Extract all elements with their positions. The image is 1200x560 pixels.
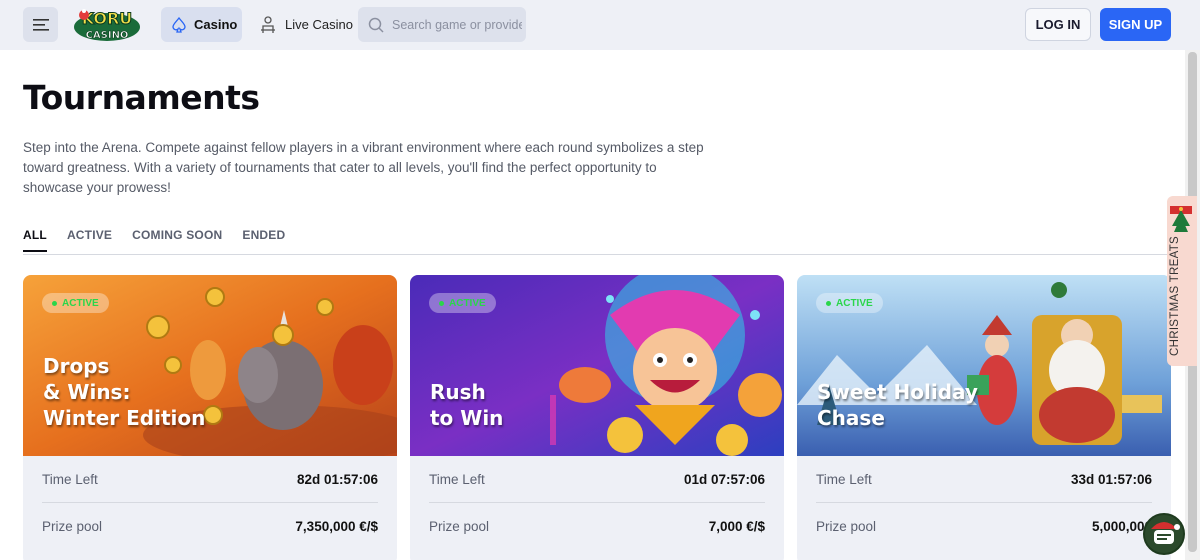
svg-text:KORU: KORU: [82, 9, 133, 28]
svg-text:CASINO: CASINO: [86, 30, 129, 41]
title-line-2: Chase: [817, 406, 885, 430]
prize-pool-row: Prize pool 7,350,000 €/$: [42, 503, 378, 549]
page-title: Tournaments: [23, 78, 260, 117]
tournament-card[interactable]: ACTIVE Sweet Holiday Chase Time Left 33d…: [797, 275, 1171, 560]
time-left-label: Time Left: [42, 471, 98, 487]
tournament-title: Drops & Wins: Winter Edition: [43, 353, 205, 431]
tabs-divider: [23, 254, 1171, 255]
tournament-banner[interactable]: ACTIVE Sweet Holiday Chase: [797, 275, 1171, 456]
time-left-value: 01d 07:57:06: [683, 471, 765, 487]
status-badge: ACTIVE: [42, 293, 109, 313]
status-label: ACTIVE: [449, 297, 486, 309]
prize-pool-label: Prize pool: [42, 518, 103, 534]
tournament-info: Time Left 82d 01:57:06 Prize pool 7,350,…: [23, 456, 397, 549]
prize-pool-label: Prize pool: [429, 518, 490, 534]
tournament-tabs: ALL ACTIVE COMING SOON ENDED: [23, 228, 305, 252]
tournament-card[interactable]: ACTIVE Drops & Wins: Winter Edition Time…: [23, 275, 397, 560]
christmas-tree-icon: [1170, 206, 1192, 232]
time-left-row: Time Left 01d 07:57:06: [429, 456, 765, 502]
koru-casino-logo[interactable]: KORU CASINO: [70, 5, 144, 45]
chat-button[interactable]: [1143, 513, 1185, 555]
status-dot: [52, 300, 57, 306]
tournament-title: Sweet Holiday Chase: [817, 379, 978, 431]
christmas-treats-label: CHRISTMAS TREATS: [1169, 235, 1181, 356]
search-input[interactable]: [392, 17, 522, 32]
nav-casino[interactable]: Casino: [161, 7, 242, 42]
page-description: Step into the Arena. Compete against fel…: [23, 140, 704, 195]
time-left-value: 82d 01:57:06: [296, 471, 378, 487]
status-badge: ACTIVE: [816, 293, 883, 313]
title-line-3: Winter Edition: [43, 406, 206, 430]
prize-pool-value: 7,350,000 €/$: [295, 518, 378, 534]
time-left-value: 33d 01:57:06: [1070, 471, 1152, 487]
tournament-info: Time Left 33d 01:57:06 Prize pool 5,000,…: [797, 456, 1171, 549]
tournament-banner[interactable]: ACTIVE Rush to Win: [410, 275, 784, 456]
tournament-title: Rush to Win: [430, 379, 503, 431]
nav-casino-label: Casino: [194, 17, 238, 32]
tournament-banner[interactable]: ACTIVE Drops & Wins: Winter Edition: [23, 275, 397, 456]
login-button[interactable]: LOG IN: [1025, 8, 1091, 41]
tab-ended[interactable]: ENDED: [242, 228, 285, 252]
search-box[interactable]: [358, 7, 526, 42]
tournament-info: Time Left 01d 07:57:06 Prize pool 7,000 …: [410, 456, 784, 549]
nav-live-casino-label: Live Casino: [285, 17, 353, 32]
status-label: ACTIVE: [62, 297, 99, 309]
tab-active[interactable]: ACTIVE: [67, 228, 112, 252]
prize-pool-row: Prize pool 5,000,000: [816, 503, 1152, 549]
status-dot: [826, 300, 831, 306]
dealer-icon: [261, 15, 275, 33]
tournament-card[interactable]: ACTIVE Rush to Win Time Left 01d 07:57:0…: [410, 275, 784, 560]
status-badge: ACTIVE: [429, 293, 496, 313]
time-left-label: Time Left: [816, 471, 872, 487]
title-line-1: Rush: [430, 380, 486, 404]
hamburger-icon: [32, 18, 49, 31]
menu-button[interactable]: [23, 7, 58, 42]
time-left-row: Time Left 82d 01:57:06: [42, 456, 378, 502]
status-dot: [439, 300, 444, 306]
top-header: KORU CASINO Casino Live Casino LOG IN SI…: [0, 0, 1200, 50]
nav-live-casino[interactable]: Live Casino: [254, 7, 353, 42]
logo-image: KORU CASINO: [74, 9, 140, 41]
prize-pool-label: Prize pool: [816, 518, 877, 534]
prize-pool-value: 7,000 €/$: [708, 518, 765, 534]
title-line-2: & Wins:: [43, 380, 131, 404]
title-line-1: Sweet Holiday: [817, 380, 978, 404]
signup-button[interactable]: SIGN UP: [1100, 8, 1171, 41]
prize-pool-row: Prize pool 7,000 €/$: [429, 503, 765, 549]
tab-all[interactable]: ALL: [23, 228, 47, 252]
tab-coming-soon[interactable]: COMING SOON: [132, 228, 222, 252]
chat-icon: [1151, 522, 1180, 544]
title-line-1: Drops: [43, 354, 110, 378]
time-left-label: Time Left: [429, 471, 485, 487]
spade-icon: [172, 16, 186, 33]
time-left-row: Time Left 33d 01:57:06: [816, 456, 1152, 502]
status-label: ACTIVE: [836, 297, 873, 309]
search-icon: [368, 17, 384, 33]
title-line-2: to Win: [430, 406, 504, 430]
